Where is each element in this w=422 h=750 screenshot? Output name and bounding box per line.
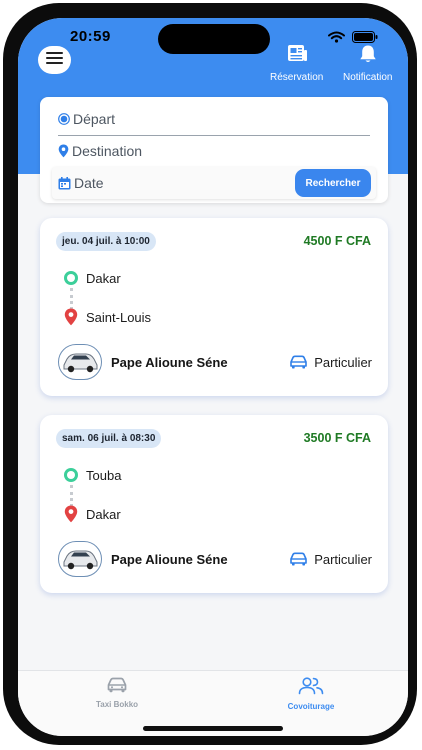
departure-placeholder: Départ [73, 111, 116, 127]
driver-type: Particulier [289, 355, 372, 370]
destination-placeholder: Destination [72, 143, 143, 159]
driver-type: Particulier [289, 552, 372, 567]
menu-button[interactable] [38, 46, 71, 74]
destination-city: Dakar [86, 506, 121, 522]
tab-taxi-bokko[interactable]: Taxi Bokko [62, 677, 172, 709]
route-dotted-line [70, 288, 73, 310]
route-dotted-line [70, 485, 73, 507]
search-card: Départ Destination Date Rechercher [40, 97, 388, 203]
users-icon [298, 677, 324, 700]
dynamic-island [158, 24, 270, 54]
car-avatar [58, 344, 102, 380]
car-icon [289, 552, 308, 566]
date-field-inner: Date [58, 175, 104, 191]
tab-covoiturage-label: Covoiturage [287, 702, 335, 711]
driver-name: Pape Alioune Séne [111, 551, 228, 567]
destination-pin-icon [62, 505, 80, 523]
origin-circle-icon [62, 467, 80, 483]
tab-taxi-bokko-label: Taxi Bokko [95, 700, 139, 709]
ride-price: 4500 F CFA [303, 234, 371, 248]
ride-date: jeu. 04 juil. à 10:00 [56, 232, 156, 251]
ride-origin: Dakar [62, 270, 121, 286]
map-pin-icon [58, 144, 69, 158]
car-icon [106, 677, 128, 698]
car-icon [289, 355, 308, 369]
hamburger-icon [46, 51, 63, 69]
ride-destination: Saint-Louis [62, 308, 151, 326]
ride-origin: Touba [62, 467, 121, 483]
search-button[interactable]: Rechercher [295, 169, 371, 197]
driver-row: Pape Alioune Séne Particulier [58, 540, 372, 578]
destination-city: Saint-Louis [86, 309, 152, 325]
ride-destination: Dakar [62, 505, 121, 523]
field-divider [58, 135, 370, 136]
origin-circle-icon [62, 270, 80, 286]
departure-field[interactable]: Départ [58, 111, 115, 127]
app-screen: 20:59 Réservation Notification Départ De… [18, 18, 408, 736]
driver-type-label: Particulier [314, 354, 372, 370]
origin-city: Touba [86, 467, 122, 483]
home-indicator [143, 726, 283, 731]
ride-price: 3500 F CFA [303, 431, 371, 445]
tab-covoiturage[interactable]: Covoiturage [256, 677, 366, 711]
notification-button[interactable]: Notification [343, 44, 392, 83]
ride-card[interactable]: jeu. 04 juil. à 10:00 4500 F CFA Dakar S… [40, 218, 388, 396]
date-placeholder: Date [74, 175, 104, 191]
driver-name: Pape Alioune Séne [111, 354, 228, 370]
destination-pin-icon [62, 308, 80, 326]
newspaper-icon [286, 44, 308, 69]
car-avatar [58, 541, 102, 577]
calendar-icon [58, 176, 71, 190]
bell-icon [358, 44, 378, 69]
destination-field[interactable]: Destination [58, 143, 142, 159]
ride-card[interactable]: sam. 06 juil. à 08:30 3500 F CFA Touba D… [40, 415, 388, 593]
status-time: 20:59 [70, 28, 111, 45]
radio-dot-icon [58, 113, 70, 125]
date-field[interactable]: Date Rechercher [52, 167, 376, 199]
reservation-label: Réservation [270, 72, 324, 83]
phone-frame: 20:59 Réservation Notification Départ De… [3, 3, 417, 745]
driver-type-label: Particulier [314, 551, 372, 567]
notification-label: Notification [343, 72, 393, 83]
origin-city: Dakar [86, 270, 121, 286]
reservation-button[interactable]: Réservation [270, 44, 323, 83]
driver-row: Pape Alioune Séne Particulier [58, 343, 372, 381]
ride-date: sam. 06 juil. à 08:30 [56, 429, 162, 448]
